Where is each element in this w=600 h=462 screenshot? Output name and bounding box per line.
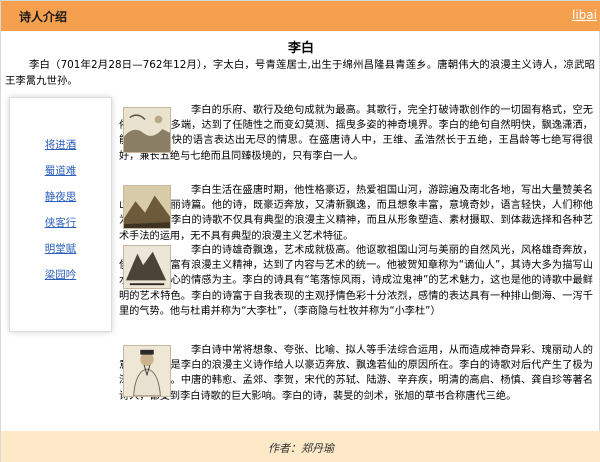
paragraph-text: 李白诗中常将想象、夸张、比喻、拟人等手法综合运用，从而造成神奇异彩、瑰丽动人的意… — [119, 345, 593, 402]
poem-link-shudaonan[interactable]: 蜀道难 — [45, 165, 77, 177]
sidebar-item-mingtangfu: 明堂赋 — [10, 239, 111, 265]
poem-link-jingyesi[interactable]: 静夜思 — [45, 191, 77, 203]
poem-link-liangyuanyin[interactable]: 梁园吟 — [45, 269, 77, 281]
footer: 作者：郑丹瑜 — [1, 431, 600, 462]
paragraph-block: 李白诗中常将想象、夸张、比喻、拟人等手法综合运用，从而造成神奇异彩、瑰丽动人的意… — [119, 343, 593, 404]
sidebar-item-xiakexing: 侠客行 — [10, 213, 111, 239]
landscape-painting-icon — [123, 107, 171, 153]
sidebar-item-jingyesi: 静夜思 — [10, 187, 111, 213]
mountain-painting-icon — [123, 185, 171, 229]
poem-link-jiangjinjiu[interactable]: 将进酒 — [45, 139, 77, 151]
paragraph-text: 李白的乐府、歌行及绝句成就为最高。其歌行，完全打破诗歌创作的一切固有格式，空无依… — [119, 105, 593, 162]
sidebar-item-jiangjinjiu: 将进酒 — [10, 135, 111, 161]
sidebar-item-liangyuanyin: 梁园吟 — [10, 265, 111, 291]
ink-landscape-icon — [123, 245, 171, 289]
paragraph-text: 李白生活在盛唐时期，他性格豪迈，热爱祖国山河，游踪遍及南北各地，写出大量赞美名山… — [119, 185, 593, 242]
paragraph-block: 李白的诗雄奇飘逸，艺术成就极高。他讴歌祖国山河与美丽的自然风光，风格雄奇奔放，俊… — [119, 243, 593, 319]
poem-sidebar: 将进酒 蜀道难 静夜思 侠客行 明堂赋 梁园吟 — [9, 97, 112, 332]
paragraph-block: 李白生活在盛唐时期，他性格豪迈，热爱祖国山河，游踪遍及南北各地，写出大量赞美名山… — [119, 183, 593, 244]
content-panel: 李白的乐府、歌行及绝句成就为最高。其歌行，完全打破诗歌创作的一切固有格式，空无依… — [119, 97, 593, 427]
paragraph-block: 李白的乐府、歌行及绝句成就为最高。其歌行，完全打破诗歌创作的一切固有格式，空无依… — [119, 103, 593, 164]
libai-link[interactable]: libai — [572, 8, 597, 22]
poet-portrait-icon — [123, 345, 171, 397]
header-title: 诗人介绍 — [19, 10, 68, 24]
page-title: 李白 — [287, 41, 314, 56]
paragraph-text: 李白的诗雄奇飘逸，艺术成就极高。他讴歌祖国山河与美丽的自然风光，风格雄奇奔放，俊… — [119, 245, 593, 317]
sidebar-item-shudaonan: 蜀道难 — [10, 161, 111, 187]
page-frame: 诗人介绍 libai 李白 李白（701年2月28日—762年12月），字太白，… — [0, 0, 600, 462]
poem-link-xiakexing[interactable]: 侠客行 — [45, 217, 77, 229]
intro-text: 李白（701年2月28日—762年12月），字太白，号青莲居士,出生于绵州昌隆县… — [5, 59, 595, 87]
top-bar: 诗人介绍 libai — [1, 1, 600, 31]
poem-link-mingtangfu[interactable]: 明堂赋 — [45, 243, 77, 255]
author-credit: 作者：郑丹瑜 — [268, 442, 334, 455]
